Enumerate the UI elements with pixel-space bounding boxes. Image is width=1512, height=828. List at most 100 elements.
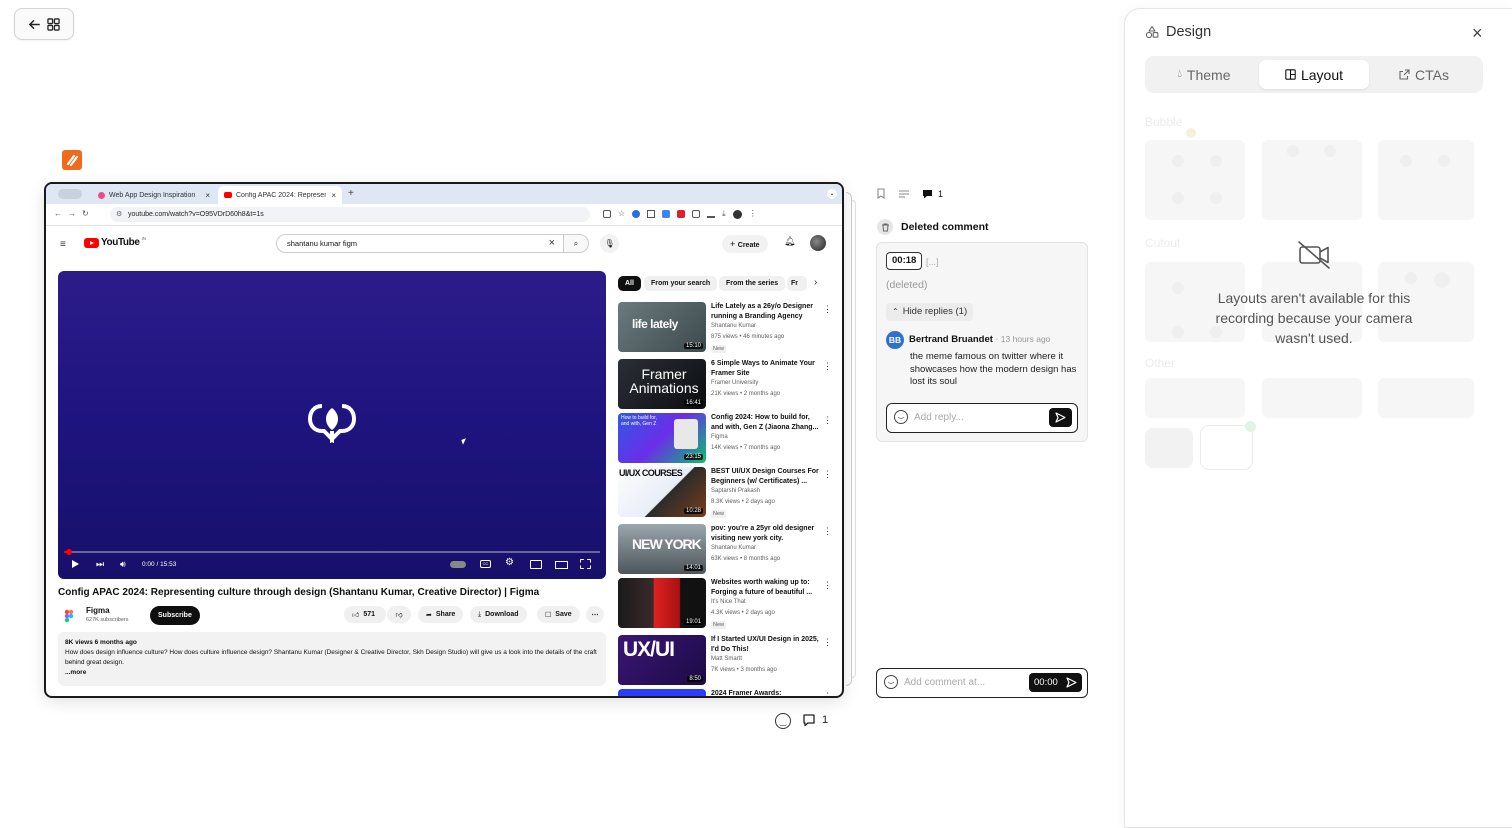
thumbs-down-icon: 👎︎ [395, 612, 403, 619]
more-icon[interactable]: ⋮ [823, 415, 832, 426]
dislike-button[interactable]: 👎︎ [387, 606, 411, 623]
external-link-icon [1399, 69, 1410, 80]
reply-input[interactable]: ‿ Add reply... [886, 403, 1078, 433]
recommended-video[interactable]: UX/UI 8:50 If I Started UX/UI Design in 2… [618, 635, 838, 687]
extension-icon[interactable] [647, 210, 656, 218]
extension-icon[interactable] [662, 210, 671, 218]
settings-gear-icon[interactable]: ⚙ [505, 558, 514, 568]
extension-icon[interactable] [632, 210, 641, 218]
recommended-video[interactable]: How to build for, and with, Gen Z 23:15 C… [618, 413, 838, 465]
user-avatar[interactable] [810, 235, 826, 251]
post-comment-button[interactable]: 00:00 [1029, 673, 1082, 692]
profile-avatar[interactable] [732, 210, 742, 219]
miniplayer-icon[interactable] [530, 560, 542, 569]
new-tab-plus-icon[interactable]: + [348, 188, 354, 199]
send-reply-button[interactable] [1049, 408, 1072, 427]
thumbs-up-icon: 👍︎ [352, 612, 360, 619]
close-icon[interactable]: × [205, 191, 210, 200]
extension-icon[interactable] [707, 210, 716, 218]
hamburger-menu-icon[interactable]: ≡ [60, 239, 66, 250]
hide-replies-button[interactable]: ⌃ Hide replies (1) [886, 303, 974, 321]
comment-toolbar: 1 [876, 188, 943, 199]
clear-search-icon[interactable]: × [549, 235, 555, 252]
search-button[interactable]: ⌕ [563, 234, 589, 253]
tab-search-chevron-icon[interactable]: ⌄ [827, 189, 837, 199]
play-icon[interactable] [72, 560, 79, 568]
emoji-icon[interactable]: ‿ [894, 410, 908, 424]
more-actions-button[interactable]: ⋯ [586, 606, 604, 623]
transcript-lines-icon[interactable] [898, 189, 910, 199]
subscribe-button[interactable]: Subscribe [150, 606, 200, 625]
next-icon[interactable]: ⏭︎ [96, 560, 104, 569]
recommended-video[interactable]: NEW YORK 14:01 pov: you're a 25yr old des… [618, 524, 838, 576]
tab-theme[interactable]: 💧︎ Theme [1149, 60, 1259, 89]
tab-group-icon[interactable] [58, 189, 82, 199]
filter-chip-all[interactable]: All [618, 276, 641, 291]
reply-author-line: Bertrand Bruandet · 13 hours ago [909, 334, 1051, 345]
video-player[interactable]: ⏭︎ 🔊︎ 0:00 / 15:53 CC ⚙ [58, 271, 606, 579]
arrow-left-icon [28, 19, 40, 29]
nav-arrows-icon[interactable]: ←→↻ [54, 209, 95, 218]
address-bar[interactable]: ⚙ youtube.com/watch?v=O95VDrD60h8&t=1s [110, 207, 590, 222]
star-icon[interactable]: ☆ [618, 210, 625, 219]
create-button[interactable]: + Create [722, 235, 768, 253]
more-icon[interactable]: ⋮ [823, 304, 832, 315]
share-button[interactable]: ➦ Share [418, 606, 464, 623]
captions-icon[interactable]: CC [480, 560, 491, 568]
recommended-video[interactable]: 2024 Framer Awards: ⋮ [618, 689, 838, 696]
trash-icon [877, 219, 893, 235]
figma-channel-avatar[interactable] [62, 609, 76, 623]
add-comment-input[interactable]: ‿ Add comment at... 00:00 [876, 668, 1088, 698]
filter-chip[interactable]: Fr [787, 276, 807, 291]
comments-count-button[interactable]: 1 [802, 713, 828, 727]
channel-name[interactable]: Figma [86, 606, 110, 615]
more-icon[interactable]: ⋮ [823, 469, 832, 480]
progress-bar[interactable] [64, 549, 600, 555]
emoji-reaction-icon[interactable]: ‿ [775, 713, 791, 729]
show-more-link[interactable]: ...more [65, 668, 599, 678]
recommended-video[interactable]: Framer Animations 16:41 6 Simple Ways to … [618, 359, 838, 411]
video-description[interactable]: 8K views 6 months ago How does design in… [58, 632, 606, 686]
puzzle-icon[interactable] [692, 210, 701, 218]
youtube-search-input[interactable]: shantanu kumar figm × [276, 234, 564, 253]
browser-tab-active[interactable]: Config APAC 2024: Represen × [218, 186, 342, 204]
comment-filled-icon [923, 189, 932, 198]
emoji-icon[interactable]: ‿ [884, 675, 898, 689]
close-icon[interactable]: × [331, 191, 336, 200]
bookmark-icon[interactable] [876, 188, 886, 199]
autoplay-toggle[interactable] [450, 561, 466, 568]
tab-ctas[interactable]: CTAs [1369, 60, 1479, 89]
voice-search-mic-icon[interactable]: 🎙 [600, 234, 619, 253]
comment-timestamp-chip[interactable]: 00:18 [886, 252, 923, 270]
more-icon[interactable]: ⋮ [823, 526, 832, 537]
layouts-unavailable-message: Layouts aren't available for this record… [1215, 290, 1413, 346]
browser-tab[interactable]: Web App Design Inspiration × [92, 187, 216, 204]
more-icon[interactable]: ⋮ [823, 691, 832, 696]
tab-layout[interactable]: Layout [1259, 60, 1369, 89]
volume-icon[interactable]: 🔊︎ [120, 560, 126, 569]
recommended-video[interactable]: UI/UX COURSES 10:28 BEST UI/UX Design Cou… [618, 467, 838, 519]
notifications-bell-icon[interactable]: 🔔︎ [784, 236, 795, 247]
chevron-right-icon[interactable]: › [814, 277, 817, 288]
filter-chip[interactable]: From the series [719, 276, 786, 291]
youtube-logo[interactable]: YouTube IN [84, 236, 146, 248]
recommended-video[interactable]: 19:01 Websites worth waking up to: Forgi… [618, 578, 838, 630]
more-icon[interactable]: ⋮ [823, 361, 832, 372]
recording-browser-frame[interactable]: Web App Design Inspiration × Config APAC… [44, 182, 844, 698]
close-icon[interactable]: × [1472, 24, 1483, 42]
fullscreen-icon[interactable] [580, 559, 591, 569]
more-icon[interactable]: ⋮ [823, 580, 832, 591]
filter-chip[interactable]: From your search [644, 276, 718, 291]
cast-icon[interactable] [603, 210, 611, 218]
recommended-video[interactable]: life lately 15:10 Life Lately as a 26y/o … [618, 302, 838, 354]
extension-icon[interactable] [677, 210, 686, 218]
more-icon[interactable]: ⋮ [823, 637, 832, 648]
download-button[interactable]: ⤓ Download [470, 606, 527, 623]
like-button[interactable]: 👍︎ 571 [344, 606, 386, 623]
more-icon[interactable]: ⋮ [749, 210, 757, 219]
download-icon[interactable]: ⤓ [722, 210, 726, 219]
save-button[interactable]: ☐ Save [537, 606, 580, 623]
comments-tab[interactable]: 1 [922, 189, 943, 199]
back-to-library-button[interactable] [14, 8, 74, 40]
theater-mode-icon[interactable] [555, 561, 568, 569]
